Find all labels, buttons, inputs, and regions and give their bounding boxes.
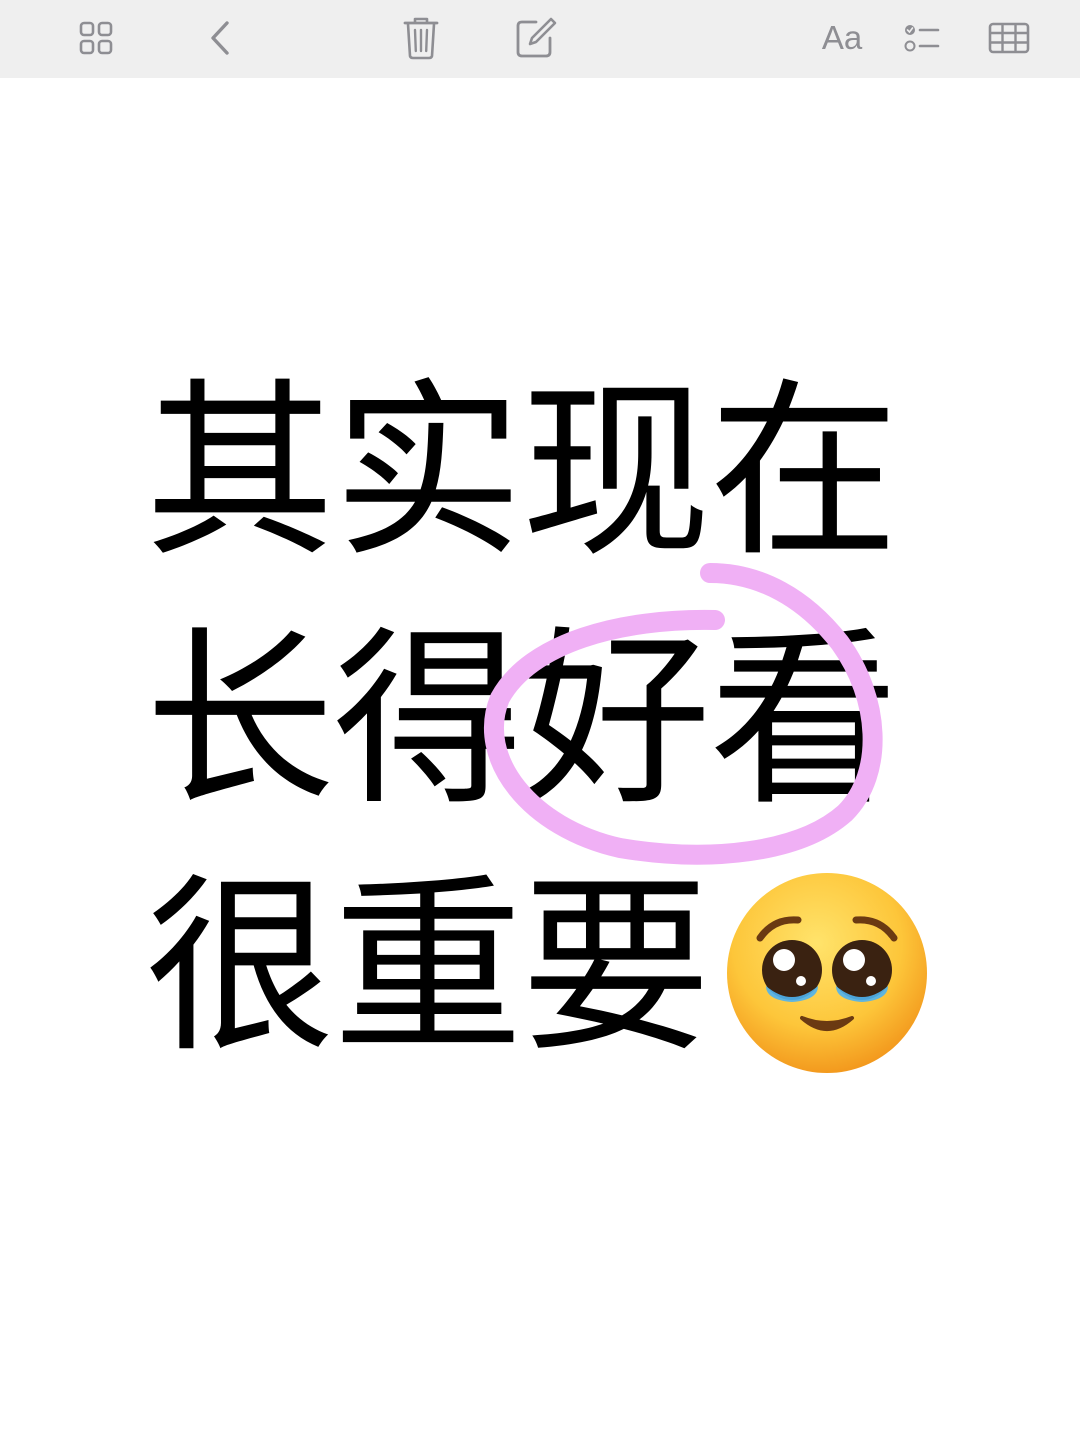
pleading-face-emoji	[727, 873, 927, 1073]
note-line-3: 很重要	[145, 857, 711, 1078]
format-button[interactable]: Aa	[814, 10, 870, 66]
back-chevron-icon	[211, 21, 229, 55]
delete-button[interactable]	[393, 10, 449, 66]
format-text-icon: Aa	[821, 19, 863, 56]
table-button[interactable]	[981, 10, 1037, 66]
note-body[interactable]: 其实现在 长得好看 很重要	[0, 78, 1080, 1440]
gallery-grid-button[interactable]	[68, 10, 124, 66]
compose-button[interactable]	[508, 10, 564, 66]
note-line-1: 其实现在	[145, 362, 899, 583]
checklist-icon	[904, 25, 940, 52]
trash-icon	[403, 17, 439, 60]
back-button[interactable]	[192, 10, 248, 66]
checklist-button[interactable]	[894, 10, 950, 66]
compose-icon	[516, 17, 557, 58]
top-toolbar: Aa	[0, 0, 1080, 78]
gallery-grid-icon	[79, 21, 113, 55]
highlight-circle	[484, 563, 883, 865]
table-icon	[988, 22, 1030, 54]
